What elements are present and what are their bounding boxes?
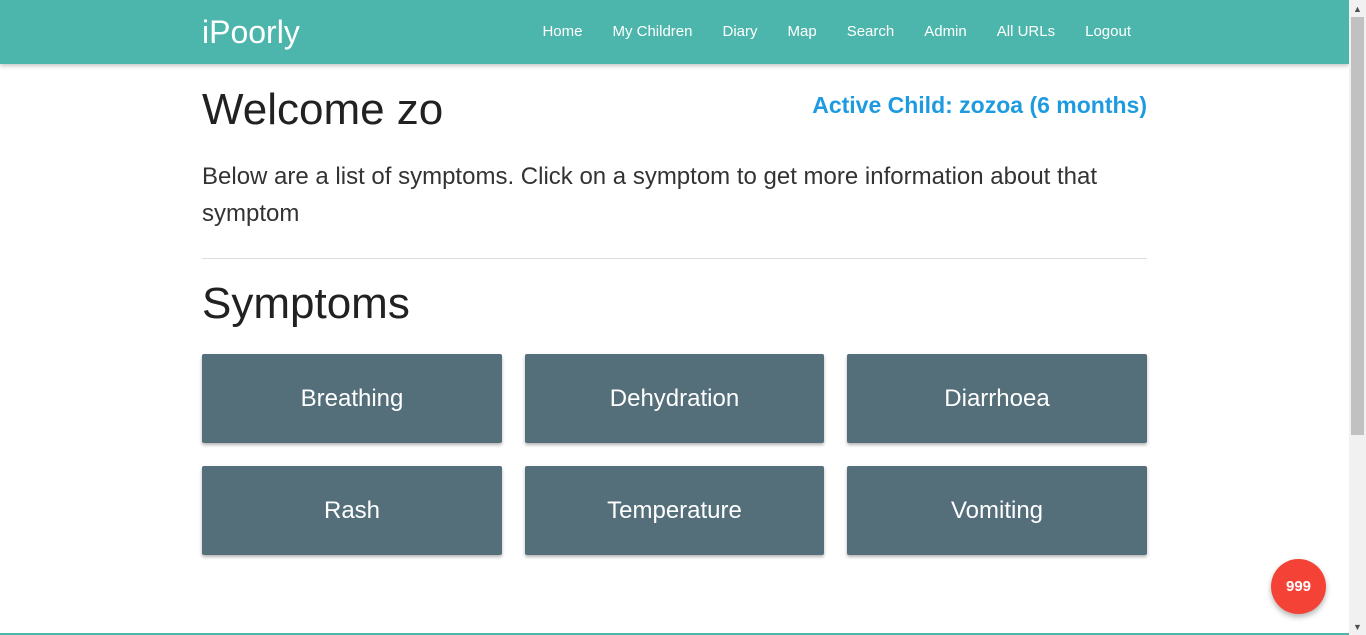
nav-link-logout[interactable]: Logout — [1070, 0, 1146, 64]
section-divider — [202, 258, 1147, 259]
symptom-button-breathing[interactable]: Breathing — [202, 354, 502, 443]
chevron-down-icon[interactable]: ▼ — [1349, 618, 1366, 635]
emergency-999-button[interactable]: 999 — [1271, 559, 1326, 614]
scrollbar-thumb[interactable] — [1351, 17, 1364, 435]
nav-link-admin[interactable]: Admin — [909, 0, 982, 64]
welcome-heading: Welcome zo — [202, 85, 444, 134]
vertical-scrollbar[interactable]: ▲ ▼ — [1349, 0, 1366, 635]
symptoms-heading: Symptoms — [202, 279, 410, 328]
symptom-button-dehydration[interactable]: Dehydration — [525, 354, 824, 443]
brand-logo[interactable]: iPoorly — [202, 13, 300, 51]
nav-link-search[interactable]: Search — [832, 0, 910, 64]
nav-link-diary[interactable]: Diary — [707, 0, 772, 64]
nav-link-my-children[interactable]: My Children — [597, 0, 707, 64]
symptom-button-temperature[interactable]: Temperature — [525, 466, 824, 555]
chevron-up-icon[interactable]: ▲ — [1349, 0, 1366, 17]
symptom-button-rash[interactable]: Rash — [202, 466, 502, 555]
active-child-link[interactable]: Active Child: zozoa (6 months) — [812, 92, 1147, 119]
symptoms-grid: Breathing Dehydration Diarrhoea Rash Tem… — [202, 354, 1147, 555]
nav-link-home[interactable]: Home — [527, 0, 597, 64]
symptom-button-vomiting[interactable]: Vomiting — [847, 466, 1147, 555]
nav-links: Home My Children Diary Map Search Admin … — [527, 0, 1146, 64]
nav-link-all-urls[interactable]: All URLs — [982, 0, 1070, 64]
top-navbar: iPoorly Home My Children Diary Map Searc… — [0, 0, 1349, 64]
symptom-button-diarrhoea[interactable]: Diarrhoea — [847, 354, 1147, 443]
nav-link-map[interactable]: Map — [773, 0, 832, 64]
page: iPoorly Home My Children Diary Map Searc… — [0, 0, 1366, 635]
intro-text: Below are a list of symptoms. Click on a… — [202, 163, 1098, 227]
